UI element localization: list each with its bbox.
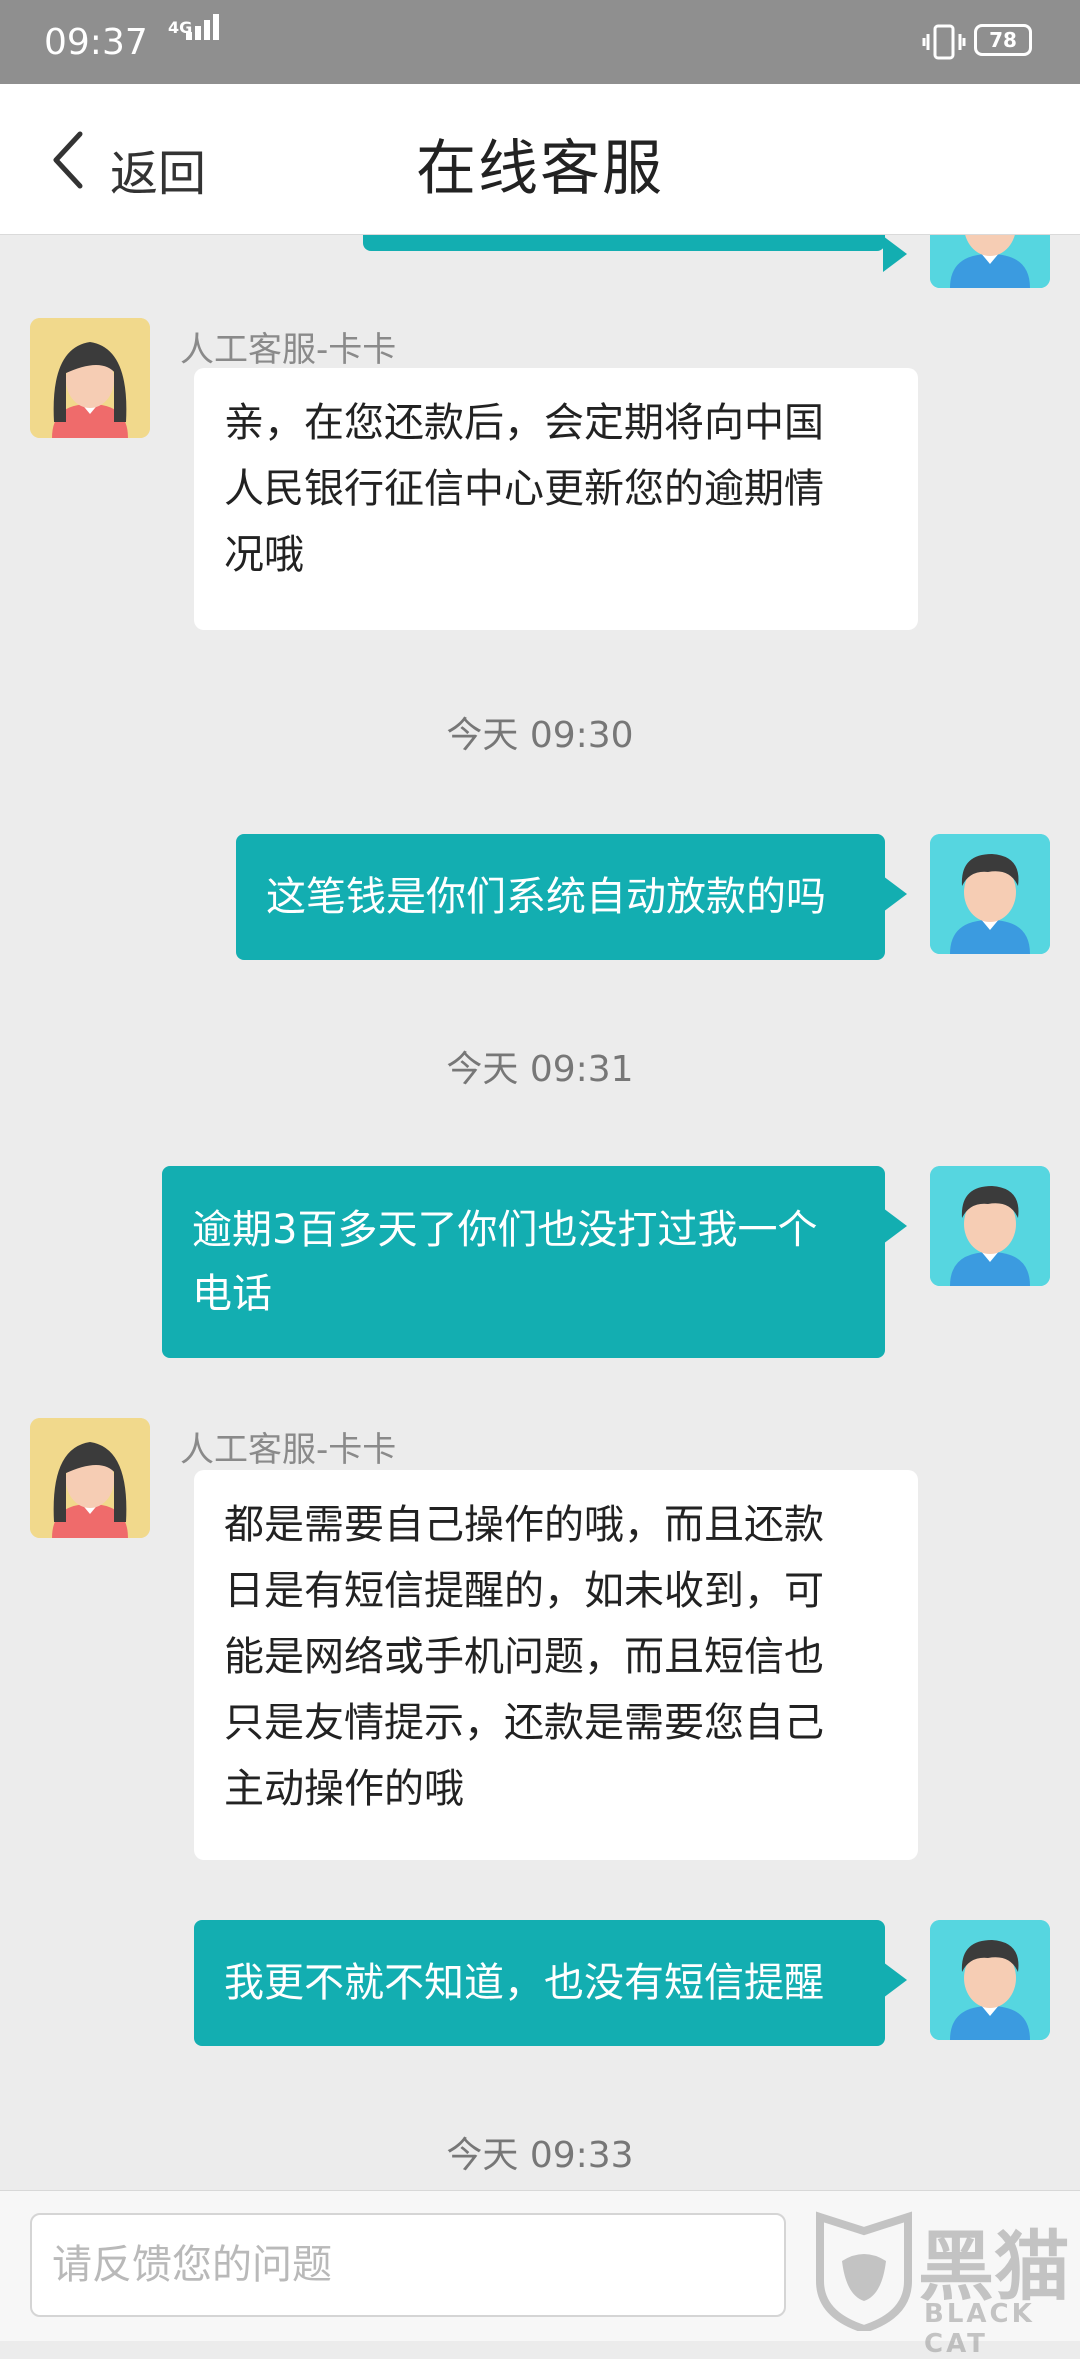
status-time: 09:37 xyxy=(44,22,148,63)
message-line: 人民银行征信中心更新您的逾期情 xyxy=(224,466,824,512)
agent-avatar xyxy=(30,1418,150,1538)
chat-area[interactable]: 人工客服-卡卡 亲，在您还款后，会定期将向中国 人民银行征信中心更新您的逾期情 … xyxy=(0,234,1080,2190)
message-line: 只是友情提示，还款是需要您自己 xyxy=(224,1700,824,1746)
message-line: 主动操作的哦 xyxy=(224,1766,464,1812)
battery-icon: 78 xyxy=(974,24,1032,56)
message-bubble-incoming[interactable]: 亲，在您还款后，会定期将向中国 人民银行征信中心更新您的逾期情 况哦 xyxy=(194,368,918,630)
user-avatar xyxy=(930,834,1050,954)
message-line: 都是需要自己操作的哦，而且还款 xyxy=(224,1502,824,1548)
black-cat-logo-icon xyxy=(816,2211,912,2331)
message-bubble-outgoing[interactable]: 这笔钱是你们系统自动放款的吗 xyxy=(236,834,907,960)
agent-avatar xyxy=(30,318,150,438)
feedback-input[interactable] xyxy=(30,2213,786,2317)
message-line: 我更不就不知道，也没有短信提醒 xyxy=(224,1960,824,2006)
user-avatar xyxy=(930,234,1050,288)
watermark-subtext: BLACK CAT xyxy=(924,2299,1035,2359)
message-line: 能是网络或手机问题，而且短信也 xyxy=(224,1634,824,1680)
message-line: 日是有短信提醒的，如未收到，可 xyxy=(224,1568,824,1614)
timestamp: 今天 09:31 xyxy=(446,1049,634,1090)
signal-icon: 4G xyxy=(168,14,224,68)
page-title: 在线客服 xyxy=(416,134,664,204)
message-bubble-outgoing[interactable]: 我更不就不知道，也没有短信提醒 xyxy=(194,1920,907,2046)
message-line: 这笔钱是你们系统自动放款的吗 xyxy=(266,874,826,920)
vibrate-icon xyxy=(922,24,966,60)
timestamp: 今天 09:30 xyxy=(446,715,634,756)
user-avatar xyxy=(930,1920,1050,2040)
watermark-logo: 黑猫 BLACK CAT xyxy=(806,2205,1076,2359)
message-line: 亲，在您还款后，会定期将向中国 xyxy=(224,400,824,446)
message-bubble-incoming[interactable]: 都是需要自己操作的哦，而且还款 日是有短信提醒的，如未收到，可 能是网络或手机问… xyxy=(194,1470,918,1860)
message-line: 电话 xyxy=(192,1271,272,1317)
message-bubble-outgoing[interactable] xyxy=(363,234,907,272)
message-line: 况哦 xyxy=(224,532,304,578)
message-line: 逾期3百多天了你们也没打过我一个 xyxy=(192,1207,818,1253)
agent-name: 人工客服-卡卡 xyxy=(180,330,397,370)
user-avatar xyxy=(930,1166,1050,1286)
agent-name: 人工客服-卡卡 xyxy=(180,1430,397,1470)
timestamp: 今天 09:33 xyxy=(446,2135,634,2176)
message-bubble-outgoing[interactable]: 逾期3百多天了你们也没打过我一个 电话 xyxy=(162,1166,907,1358)
header: 返回 在线客服 xyxy=(0,84,1080,235)
status-bar: 09:37 4G 78 xyxy=(0,0,1080,84)
